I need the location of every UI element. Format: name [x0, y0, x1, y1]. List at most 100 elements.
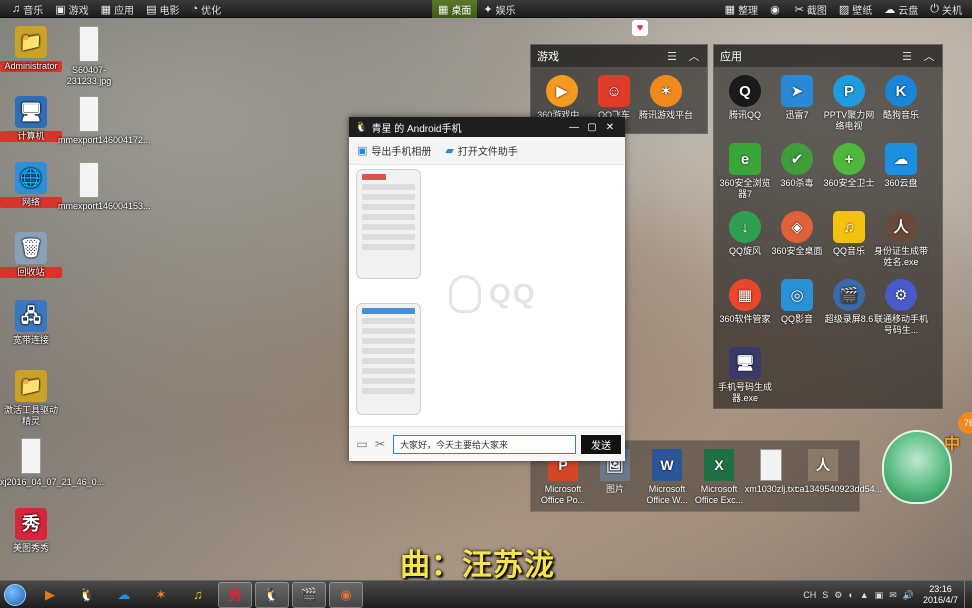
qq-icon[interactable]: 🐧 [70, 582, 104, 608]
system-tray: CH S ⚙ ◐ ▲ ▣ ✉ 🔊 23:16 2016/4/7 [800, 581, 972, 608]
app-shortcut[interactable]: ☁ 360云盘 [872, 143, 930, 189]
app-shortcut[interactable]: 人身份证生成带姓名.exe [872, 211, 930, 268]
topbar-item-left-1[interactable]: ▣ 游戏 [49, 0, 94, 18]
collapse-icon[interactable]: ︿ [922, 48, 936, 64]
tray-icon[interactable]: ⚙ [834, 590, 842, 601]
topbar-item-right-0[interactable]: ▦ 整理 [719, 0, 764, 18]
clapper-icon[interactable]: 🎬 [292, 581, 326, 608]
desktop-icon-item[interactable]: 📁 激活工具驱动精灵 [0, 370, 62, 427]
qq-watermark: QQ [449, 275, 537, 313]
app-label: 联通移动手机号码生... [873, 314, 928, 335]
media-player-icon[interactable]: ▶ [33, 582, 67, 608]
file-item[interactable]: xm1030zlj.txt [743, 449, 799, 495]
screenshot-thumbnail[interactable] [356, 169, 421, 279]
app-shortcut[interactable]: +360安全卫士 [820, 143, 878, 189]
tray-icon[interactable]: ◐ [848, 590, 853, 600]
heart-shirt-icon[interactable]: ♥ [632, 20, 648, 36]
topbar-item-left-3[interactable]: ▤ 电影 [140, 0, 185, 18]
music-note-icon: ♫ [12, 3, 21, 15]
desktop-icon-item[interactable]: mmexport146004153... [58, 162, 151, 212]
topbar-item-right-3[interactable]: ▨ 壁纸 [833, 0, 878, 18]
topbar-item-right-2[interactable]: ✂ 截图 [789, 0, 833, 18]
tray-icon[interactable]: CH [803, 590, 816, 600]
file-item[interactable]: W Microsoft Office W... [639, 449, 695, 506]
desktop-icon-item[interactable]: 🖧 宽带连接 [0, 300, 62, 346]
tray-icon[interactable]: ✉ [889, 590, 897, 601]
topbar-item-left-2[interactable]: ▦ 应用 [95, 0, 140, 18]
list-menu-icon[interactable]: ☰ [665, 50, 679, 63]
app-shortcut[interactable]: ⚙ 联通移动手机号码生... [872, 279, 930, 336]
app-shortcut[interactable]: Q 腾讯QQ [716, 75, 774, 121]
message-input[interactable] [393, 434, 576, 454]
app-shortcut[interactable]: e 360安全浏览器7 [716, 143, 774, 200]
app-shortcut[interactable]: P PPTV聚力网络电视 [820, 75, 878, 132]
meitu-icon[interactable]: 秀 [218, 581, 252, 608]
app-shortcut[interactable]: ✶ 腾讯游戏平台 [637, 75, 695, 121]
desktop-icon-item[interactable]: S60407-231233.jpg [58, 26, 120, 87]
desktop-icon-item[interactable]: 🖥 计算机 [0, 96, 62, 142]
tray-icon[interactable]: 🔊 [903, 590, 914, 601]
game-platform-icon[interactable]: ✶ [144, 582, 178, 608]
clock[interactable]: 23:16 2016/4/7 [923, 584, 958, 606]
topbar-item-left-4[interactable]: ◔ 优化 [185, 0, 227, 18]
app-shortcut[interactable]: ↓ QQ旋风 [716, 211, 774, 257]
close-icon[interactable]: ✕ [601, 122, 619, 133]
topbar-item-right-5[interactable]: ⏻ 关机 [924, 0, 968, 18]
tray-icon[interactable]: ▲ [860, 590, 869, 600]
app-shortcut[interactable]: K 酷狗音乐 [872, 75, 930, 121]
app-shortcut[interactable]: 🖥 手机号码生成器.exe [716, 347, 774, 404]
desktop-icon-item[interactable]: 秀美图秀秀 [0, 508, 62, 554]
app-shortcut[interactable]: ▶ 360游戏中... [533, 75, 591, 121]
topbar-item-center-1[interactable]: ✦ 娱乐 [477, 0, 521, 18]
app-label: QQ音乐 [832, 246, 865, 256]
app-shortcut[interactable]: ◈ 360安全桌面 [768, 211, 826, 257]
topbar-item-right-4[interactable]: ☁ 云盘 [878, 0, 924, 18]
recorder-icon[interactable]: ◉ [329, 581, 363, 608]
maximize-icon[interactable]: ▢ [583, 122, 601, 133]
qq-chat-icon[interactable]: 🐧 [255, 581, 289, 608]
desktop-icon-item[interactable]: xj2016_04_07_21_46_0... [0, 438, 104, 488]
file-item[interactable]: X Microsoft Office Exc... [691, 449, 747, 506]
topbar-item-left-0[interactable]: ♫ 音乐 [6, 0, 49, 18]
topbar-item-center-0[interactable]: ▦ 桌面 [432, 0, 478, 18]
desktop-icon-item[interactable]: 📁 Administrator [0, 26, 62, 72]
app-shortcut[interactable]: ✔ 360杀毒 [768, 143, 826, 189]
desktop-item-icon [79, 96, 99, 132]
app-label: QQ旋风 [728, 246, 761, 256]
desktop-icon-item[interactable]: mmexport146004172... [58, 96, 151, 146]
file-item[interactable]: 人 ca1349540923dd54... [795, 449, 882, 495]
app-label: QQ影音 [780, 314, 813, 324]
show-desktop-button[interactable] [964, 581, 972, 608]
scissors-icon[interactable]: ✂ [371, 437, 389, 451]
list-menu-icon[interactable]: ☰ [900, 50, 914, 63]
folder-icon[interactable]: ▭ [353, 437, 371, 451]
desktop-mascot-widget[interactable]: 76 中 [874, 412, 972, 506]
screenshot-icon: ✂ [794, 3, 804, 16]
app-shortcut[interactable]: ☺ QQ飞车 [585, 75, 643, 121]
optimize-icon: ◔ [191, 3, 199, 15]
open-file-assistant-button[interactable]: ▰ 打开文件助手 [445, 143, 517, 158]
screenshot-thumbnail[interactable] [356, 303, 421, 415]
desktop-item-label: Administrator [0, 61, 62, 72]
qq-window-title: 青星 的 Android手机 [371, 123, 462, 135]
app-shortcut[interactable]: 🎬 超级录屏8.6 [820, 279, 878, 325]
desktop-icon-item[interactable]: 🌐 网络 [0, 162, 62, 208]
app-shortcut[interactable]: ➤ 迅雷7 [768, 75, 826, 121]
tray-icon[interactable]: ▣ [875, 590, 884, 601]
cloud-app-icon[interactable]: ☁ [107, 582, 141, 608]
send-button[interactable]: 发送 [581, 434, 621, 454]
topbar-item-right-1[interactable]: ◉ [764, 0, 789, 18]
collapse-icon[interactable]: ︿ [687, 48, 701, 64]
start-button[interactable] [0, 581, 30, 608]
app-shortcut[interactable]: ♫ QQ音乐 [820, 211, 878, 257]
app-shortcut[interactable]: ▦ 360软件管家 [716, 279, 774, 325]
app-icon-image: ⚙ [885, 279, 917, 311]
app-icon-image: K [885, 75, 917, 107]
export-album-button[interactable]: ▣ 导出手机相册 [357, 143, 431, 158]
desktop-icon-item[interactable]: 🗑 回收站 [0, 232, 62, 278]
qq-music-icon[interactable]: ♫ [181, 582, 215, 608]
file-item-icon [760, 449, 782, 481]
tray-icon[interactable]: S [822, 590, 828, 600]
app-shortcut[interactable]: ◎ QQ影音 [768, 279, 826, 325]
minimize-icon[interactable]: — [565, 122, 583, 133]
